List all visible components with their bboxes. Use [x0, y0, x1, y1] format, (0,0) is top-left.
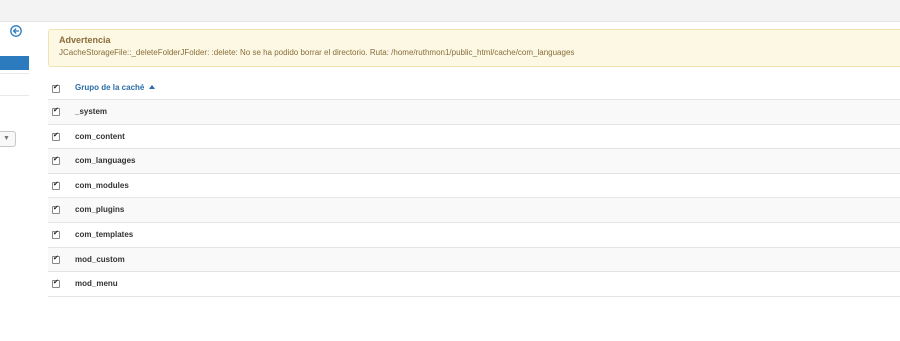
select-all-checkbox[interactable] — [52, 83, 60, 93]
row-checkbox[interactable] — [52, 204, 60, 215]
cache-group-name: com_plugins — [75, 205, 125, 215]
table-row: mod_custom — [48, 246, 900, 272]
row-checkbox[interactable] — [52, 229, 60, 239]
row-checkbox[interactable] — [52, 278, 60, 289]
row-checkbox[interactable] — [52, 131, 60, 141]
cache-group-name: mod_custom — [75, 254, 125, 264]
table-row: com_modules — [48, 172, 900, 198]
cache-group-name: com_languages — [75, 156, 136, 166]
cache-group-name: _system — [75, 107, 108, 116]
table-bottom-border — [48, 295, 900, 297]
table-header: Grupo de la caché — [48, 78, 900, 99]
table-row: com_plugins — [48, 197, 900, 222]
alert-title: Advertencia — [59, 35, 111, 45]
cache-group-name: com_content — [75, 131, 125, 141]
filter-select[interactable]: ▼ — [0, 131, 16, 147]
sidebar-divider — [0, 95, 29, 96]
back-arrow-icon[interactable] — [10, 25, 22, 37]
sidebar: ▼ — [0, 22, 29, 341]
caret-up-icon — [149, 85, 156, 89]
cache-group-name: com_templates — [75, 229, 134, 239]
table-row: com_templates — [48, 221, 900, 247]
row-checkbox[interactable] — [52, 254, 60, 264]
cache-table: Grupo de la caché _system com_content co… — [48, 78, 900, 297]
row-checkbox[interactable] — [52, 155, 60, 166]
sidebar-divider — [0, 73, 29, 74]
row-checkbox[interactable] — [52, 106, 60, 116]
alert-message: JCacheStorageFile::_deleteFolderJFolder:… — [59, 48, 575, 57]
row-checkbox[interactable] — [52, 180, 60, 190]
table-row: com_content — [48, 123, 900, 149]
chevron-down-icon: ▼ — [3, 135, 10, 142]
top-toolbar — [0, 0, 900, 22]
table-row: _system — [48, 99, 900, 124]
warning-alert: Advertencia JCacheStorageFile::_deleteFo… — [48, 29, 900, 67]
cache-group-name: mod_menu — [75, 279, 118, 289]
cache-group-name: com_modules — [75, 180, 129, 190]
table-row: mod_menu — [48, 271, 900, 296]
sidebar-active-item[interactable] — [0, 56, 29, 70]
table-row: com_languages — [48, 148, 900, 173]
sort-cache-group-link[interactable]: Grupo de la caché — [75, 83, 156, 92]
